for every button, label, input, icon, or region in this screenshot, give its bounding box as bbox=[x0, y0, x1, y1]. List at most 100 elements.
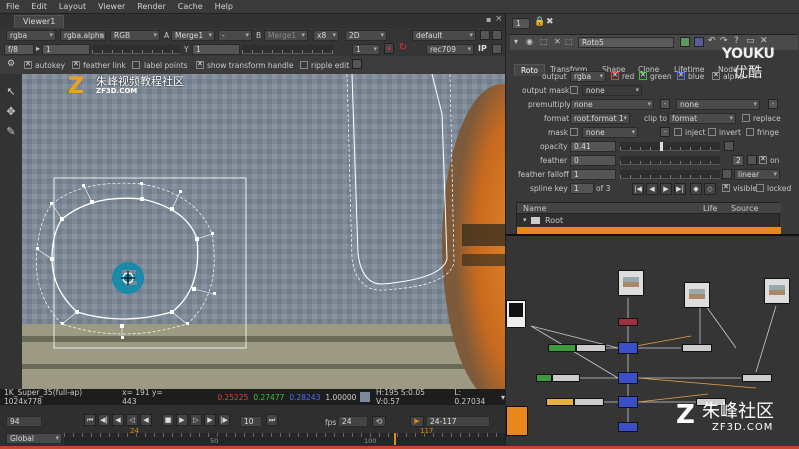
lock-panel-icon[interactable]: 🔒 bbox=[534, 17, 545, 27]
tree-expand-icon[interactable]: ▾ bbox=[523, 216, 527, 224]
opacity-animate-icon[interactable] bbox=[724, 141, 734, 151]
fstop-arrow-icon[interactable]: ▸ bbox=[36, 44, 40, 53]
next-frame-icon[interactable]: ▶ bbox=[204, 414, 216, 426]
feather-animate-icon[interactable] bbox=[747, 155, 757, 165]
a-compare-dropdown[interactable]: - bbox=[218, 30, 252, 41]
output-mask-dropdown[interactable]: none bbox=[582, 85, 642, 96]
timeline-scrubber[interactable]: 24 117 50 100 bbox=[64, 427, 505, 445]
opacity-slider-handle[interactable] bbox=[660, 142, 663, 151]
roto-node-1[interactable] bbox=[548, 344, 576, 352]
node-settings-icon[interactable]: ⬚ bbox=[565, 37, 573, 46]
lut-dropdown[interactable]: default bbox=[412, 30, 476, 41]
backdrop-node[interactable] bbox=[506, 406, 528, 436]
feather-link-checkbox[interactable] bbox=[72, 60, 80, 69]
node-redo-icon[interactable]: ↷ bbox=[720, 36, 728, 46]
play-forward-icon[interactable]: ▶ bbox=[176, 414, 188, 426]
transform-node-2[interactable] bbox=[552, 374, 580, 382]
goto-end-icon[interactable]: ⏭ bbox=[266, 414, 278, 426]
step-forward-icon[interactable]: ▷ bbox=[190, 414, 202, 426]
viewer-node[interactable] bbox=[506, 300, 526, 328]
label-points-checkbox[interactable] bbox=[132, 61, 140, 69]
prev-key-icon[interactable]: ◀ bbox=[646, 183, 658, 195]
menu-file[interactable]: File bbox=[0, 2, 25, 11]
close-pane-icon[interactable]: × bbox=[495, 14, 503, 24]
mask-checkbox[interactable] bbox=[570, 128, 578, 136]
prev-keyframe-icon[interactable]: ◀| bbox=[98, 414, 110, 426]
premultiply-remove-icon[interactable]: - bbox=[660, 99, 670, 109]
alpha-channel-checkbox[interactable] bbox=[712, 71, 720, 80]
mask-dropdown[interactable]: none bbox=[582, 127, 638, 138]
feather-count-field[interactable]: 2 bbox=[732, 155, 744, 166]
stop-icon[interactable]: ■ bbox=[162, 414, 174, 426]
node-help-question-icon[interactable]: ? bbox=[734, 36, 739, 46]
roto-node-selected[interactable] bbox=[546, 398, 574, 406]
pin-icon[interactable]: ▪ bbox=[486, 15, 491, 24]
float-panel-icon[interactable]: ▭ bbox=[746, 36, 755, 46]
output-dropdown[interactable]: rgba bbox=[570, 71, 606, 82]
point-tool-icon[interactable]: ✥ bbox=[3, 104, 19, 120]
input-process-toggle[interactable]: IP bbox=[478, 44, 487, 53]
clip-to-dropdown[interactable]: format bbox=[668, 113, 736, 124]
clear-panels-icon[interactable]: ✖ bbox=[546, 17, 554, 27]
fps-field[interactable]: 24 bbox=[338, 416, 368, 427]
delete-key-icon[interactable]: ◇ bbox=[704, 183, 716, 195]
close-node-icon[interactable]: ✕ bbox=[760, 36, 768, 46]
roto-node-2[interactable] bbox=[536, 374, 552, 382]
node-color-swatch[interactable] bbox=[680, 37, 690, 47]
add-key-icon[interactable]: ◆ bbox=[690, 183, 702, 195]
read-node-2[interactable] bbox=[684, 282, 710, 308]
timeline-range-dropdown[interactable]: Global bbox=[6, 433, 62, 444]
output-mask-checkbox[interactable] bbox=[570, 86, 578, 94]
show-transform-handle-checkbox[interactable] bbox=[196, 60, 204, 69]
locked-checkbox[interactable] bbox=[756, 184, 764, 192]
transform-node-1[interactable] bbox=[576, 344, 606, 352]
zoom-dropdown[interactable]: x8 bbox=[313, 30, 339, 41]
frame-range-field[interactable]: 24-117 bbox=[426, 416, 490, 427]
step-back-icon[interactable]: ◁ bbox=[126, 414, 138, 426]
tab-viewer1[interactable]: Viewer1 bbox=[14, 15, 65, 28]
loop-icon[interactable]: ⟲ bbox=[372, 416, 386, 427]
goto-start-icon[interactable]: ⏮ bbox=[84, 414, 96, 426]
b-input-dropdown[interactable]: Merge1 bbox=[264, 30, 308, 41]
red-channel-checkbox[interactable] bbox=[611, 71, 619, 80]
blue-channel-checkbox[interactable] bbox=[677, 71, 685, 80]
pause-icon[interactable]: ⏸ bbox=[384, 43, 394, 54]
read-node-1[interactable] bbox=[618, 270, 644, 296]
gain-slider[interactable] bbox=[92, 45, 180, 54]
range-lock-icon[interactable]: ▶ bbox=[410, 416, 424, 427]
tree-header-source[interactable]: Source bbox=[731, 204, 758, 213]
spline-key-field[interactable]: 1 bbox=[570, 183, 594, 194]
properties-count-field[interactable]: 1 bbox=[512, 18, 530, 29]
playhead[interactable] bbox=[394, 433, 396, 445]
menu-render[interactable]: Render bbox=[131, 2, 171, 11]
step-field[interactable]: 10 bbox=[240, 416, 262, 427]
node-color-icon[interactable]: ⬚ bbox=[540, 37, 548, 46]
menu-edit[interactable]: Edit bbox=[25, 2, 53, 11]
gamma-slider[interactable] bbox=[242, 45, 334, 54]
viewer-settings-icon[interactable] bbox=[480, 30, 490, 40]
grade-node-1[interactable] bbox=[682, 344, 712, 352]
autokey-checkbox[interactable] bbox=[24, 60, 32, 69]
grade-node-2[interactable] bbox=[742, 374, 772, 382]
merge-node-3[interactable] bbox=[618, 396, 638, 408]
a-input-dropdown[interactable]: Merge1 bbox=[171, 30, 215, 41]
premultiply-remove-icon-2[interactable]: - bbox=[768, 99, 778, 109]
roto-settings-gear-icon[interactable]: ⚙ bbox=[7, 59, 15, 69]
menu-layout[interactable]: Layout bbox=[53, 2, 92, 11]
node-name-field[interactable]: Roto5 bbox=[578, 37, 674, 48]
collapse-icon[interactable]: ▾ bbox=[514, 37, 518, 46]
viewer-overlay-icon[interactable] bbox=[492, 44, 502, 54]
tab-roto[interactable]: Roto bbox=[514, 64, 545, 76]
frame-step-dropdown[interactable]: 1 bbox=[352, 44, 380, 55]
feather-slider[interactable] bbox=[620, 156, 720, 165]
select-tool-icon[interactable]: ↖ bbox=[3, 84, 19, 100]
node-revert-icon[interactable]: ↶ bbox=[708, 36, 716, 46]
feather-falloff-field[interactable]: 1 bbox=[570, 169, 616, 180]
refresh-icon[interactable]: ↻ bbox=[397, 43, 409, 54]
tree-header-life[interactable]: Life bbox=[703, 204, 717, 213]
tree-row-root[interactable]: ▾ Root bbox=[517, 216, 781, 226]
feather-on-checkbox[interactable] bbox=[759, 155, 767, 164]
merge-node-4[interactable] bbox=[618, 422, 638, 432]
ripple-edit-checkbox[interactable] bbox=[300, 61, 308, 69]
invert-checkbox[interactable] bbox=[708, 128, 716, 136]
